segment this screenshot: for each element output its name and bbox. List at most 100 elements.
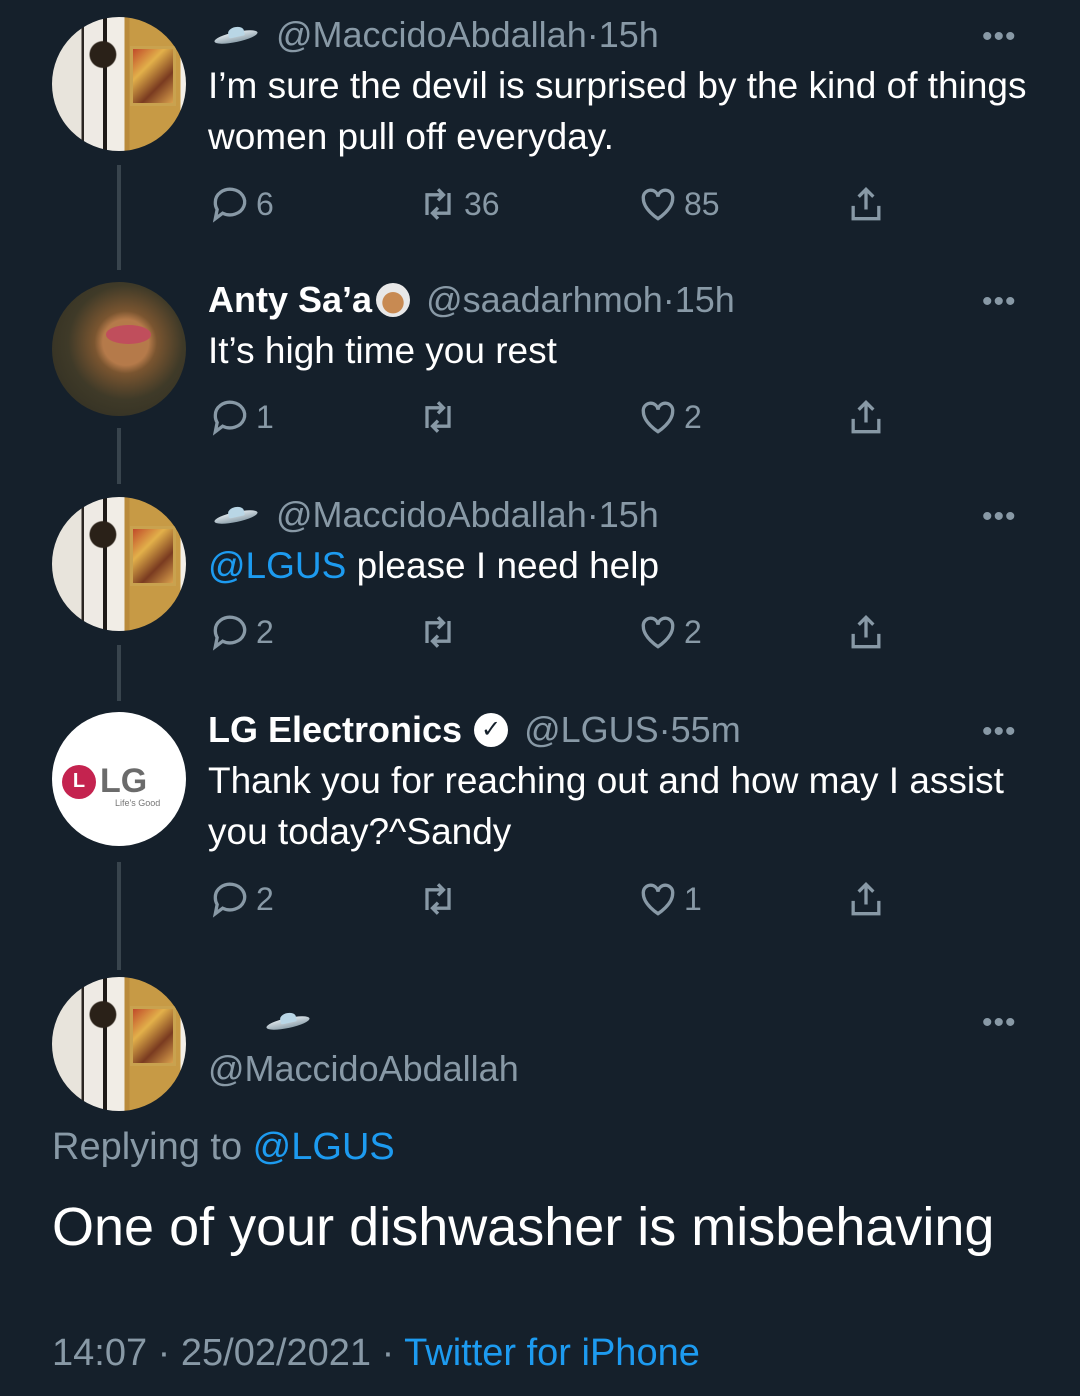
user-handle[interactable]: @LGUS — [524, 709, 659, 751]
more-icon[interactable]: ••• — [982, 1006, 1017, 1040]
avatar[interactable] — [52, 282, 186, 416]
tweet-text-content: please I need help — [346, 545, 660, 586]
separator: · — [586, 494, 599, 535]
tweet-header: LG Electronics ✓ @LGUS · 55m — [208, 709, 741, 751]
separator: · — [662, 279, 675, 320]
share-button[interactable] — [844, 877, 888, 921]
retweet-icon — [425, 616, 451, 648]
lg-logo-mark: L — [62, 764, 96, 799]
action-bar: 1 2 — [208, 395, 898, 439]
tweet[interactable]: L LG Life's Good LG Electronics ✓ @LGUS … — [0, 695, 1080, 955]
separator: · — [658, 709, 671, 750]
retweet-button[interactable]: 36 — [416, 182, 500, 226]
like-count: 2 — [684, 613, 702, 650]
replying-to: Replying to @LGUS — [52, 1126, 395, 1169]
more-icon[interactable]: ••• — [982, 285, 1017, 319]
reply-icon — [212, 400, 247, 436]
action-bar: 6 36 85 — [208, 182, 898, 226]
replying-mention[interactable]: @LGUS — [253, 1126, 395, 1168]
share-icon — [851, 399, 881, 434]
more-icon[interactable]: ••• — [982, 715, 1017, 749]
reply-count: 6 — [256, 185, 274, 222]
share-button[interactable] — [844, 182, 888, 226]
like-button[interactable]: 2 — [636, 610, 702, 654]
reply-icon — [212, 615, 247, 651]
user-handle[interactable]: @MaccidoAbdallah — [208, 1048, 519, 1090]
separator: · — [147, 1332, 181, 1374]
reply-count: 2 — [256, 613, 274, 650]
ufo-icon — [260, 1010, 314, 1032]
avatar[interactable] — [52, 17, 186, 151]
tweet-header: @MaccidoAbdallah · 15h — [208, 494, 659, 536]
reply-count: 1 — [256, 398, 274, 435]
tweet-meta: 14:07 · 25/02/2021 · Twitter for iPhone — [52, 1332, 700, 1375]
tweet[interactable]: Anty Sa’a @saadarhmoh · 15h ••• It’s hig… — [0, 265, 1080, 465]
reply-button[interactable]: 6 — [208, 182, 274, 226]
reply-button[interactable]: 2 — [208, 610, 274, 654]
user-handle[interactable]: @MaccidoAbdallah — [276, 494, 587, 536]
user-handle[interactable]: @MaccidoAbdallah — [276, 14, 587, 56]
separator: · — [371, 1332, 405, 1374]
retweet-icon — [425, 883, 451, 915]
emoji-icon — [376, 283, 411, 317]
like-icon — [641, 616, 675, 649]
separator: · — [586, 14, 599, 55]
user-handle[interactable]: @saadarhmoh — [426, 279, 663, 321]
avatar[interactable]: L LG Life's Good — [52, 712, 186, 846]
like-icon — [641, 401, 675, 434]
reply-icon — [212, 882, 247, 918]
retweet-button[interactable] — [416, 610, 464, 654]
timestamp[interactable]: 15h — [599, 494, 659, 536]
share-button[interactable] — [844, 395, 888, 439]
retweet-button[interactable] — [416, 877, 464, 921]
action-bar: 2 2 — [208, 610, 898, 654]
retweet-icon — [425, 188, 451, 220]
tweet-date[interactable]: 25/02/2021 — [181, 1332, 371, 1374]
retweet-count: 36 — [464, 185, 500, 222]
timestamp[interactable]: 55m — [671, 709, 741, 751]
like-button[interactable]: 1 — [636, 877, 702, 921]
reply-count: 2 — [256, 880, 274, 917]
tweet-header: @MaccidoAbdallah · 15h — [208, 14, 659, 56]
more-icon[interactable]: ••• — [982, 500, 1017, 534]
like-button[interactable]: 2 — [636, 395, 702, 439]
more-icon[interactable]: ••• — [982, 20, 1017, 54]
timestamp[interactable]: 15h — [675, 279, 735, 321]
tweet-text: @LGUS please I need help — [208, 540, 1028, 591]
lg-logo-text: LG — [100, 762, 148, 800]
like-count: 2 — [684, 398, 702, 435]
replying-prefix: Replying to — [52, 1126, 253, 1168]
like-button[interactable]: 85 — [636, 182, 720, 226]
tweet-time[interactable]: 14:07 — [52, 1332, 147, 1374]
tweet-header: Anty Sa’a @saadarhmoh · 15h — [208, 279, 735, 321]
main-tweet: @MaccidoAbdallah ••• — [0, 960, 1080, 1396]
lg-slogan: Life's Good — [115, 798, 161, 808]
mention-link[interactable]: @LGUS — [208, 545, 346, 586]
reply-button[interactable]: 1 — [208, 395, 274, 439]
tweet[interactable]: @MaccidoAbdallah · 15h ••• @LGUS please … — [0, 480, 1080, 680]
like-icon — [641, 883, 675, 916]
tweet-text: Thank you for reaching out and how may I… — [208, 760, 1004, 852]
retweet-icon — [425, 401, 451, 433]
share-icon — [851, 614, 881, 649]
action-bar: 2 1 — [208, 877, 898, 921]
retweet-button[interactable] — [416, 395, 464, 439]
ufo-icon — [208, 24, 262, 46]
lg-logo: L LG — [62, 762, 147, 801]
tweet-source[interactable]: Twitter for iPhone — [404, 1332, 700, 1374]
user-name[interactable]: LG Electronics — [208, 709, 462, 751]
avatar[interactable] — [52, 977, 186, 1111]
share-button[interactable] — [844, 610, 888, 654]
verified-icon: ✓ — [474, 713, 509, 747]
share-icon — [851, 186, 881, 221]
share-icon — [851, 881, 881, 916]
like-count: 1 — [684, 880, 702, 917]
tweet[interactable]: @MaccidoAbdallah · 15h ••• I’m sure the … — [0, 0, 1080, 250]
tweet-text: I’m sure the devil is surprised by the k… — [208, 65, 1027, 157]
like-icon — [641, 188, 675, 221]
main-tweet-text: One of your dishwasher is misbehaving — [52, 1197, 995, 1257]
user-name[interactable]: Anty Sa’a — [208, 279, 372, 321]
timestamp[interactable]: 15h — [599, 14, 659, 56]
avatar[interactable] — [52, 497, 186, 631]
reply-button[interactable]: 2 — [208, 877, 274, 921]
